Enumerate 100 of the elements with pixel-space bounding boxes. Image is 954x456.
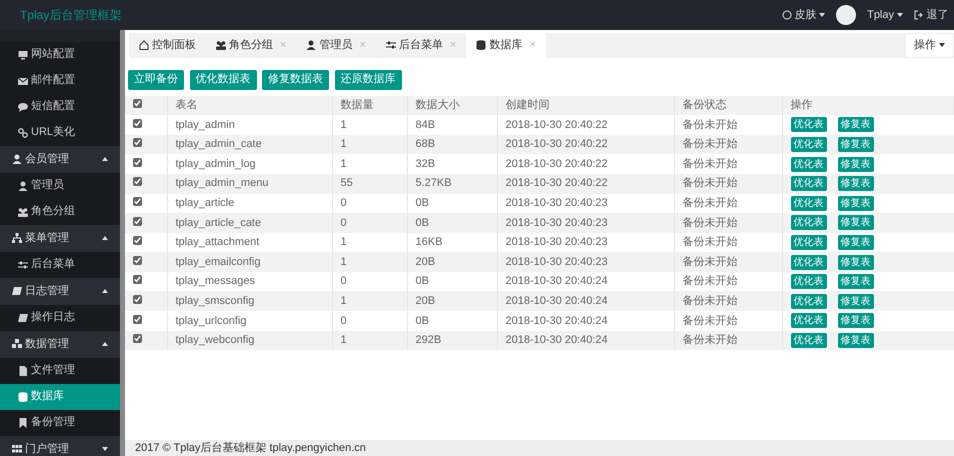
sidebar-group[interactable]: 数据管理 — [0, 330, 120, 358]
table-cell: 292B — [407, 330, 497, 350]
row-action-button[interactable]: 优化表 — [790, 332, 826, 348]
checkbox[interactable] — [133, 256, 142, 265]
sidebar-item[interactable]: URL美化 — [0, 120, 120, 146]
sidebar-item[interactable]: 文件管理 — [0, 358, 120, 384]
checkbox[interactable] — [133, 314, 142, 324]
sidebar-group[interactable]: 日志管理 — [0, 278, 120, 305]
table-cell: 2018-10-30 20:40:24 — [497, 291, 674, 312]
checkbox[interactable] — [133, 275, 142, 284]
row-action-button[interactable]: 优化表 — [790, 137, 826, 152]
table-cell: 备份未开始 — [674, 291, 782, 312]
sidebar-group[interactable]: 会员管理 — [0, 146, 120, 173]
sliders-icon — [386, 40, 396, 50]
sidebar-group-label[interactable]: 菜单管理 — [24, 230, 69, 246]
tab-close-button[interactable]: × — [529, 36, 536, 54]
avatar-circle[interactable] — [836, 4, 856, 25]
table-cell: tplay_smsconfig — [167, 291, 332, 312]
checkbox[interactable] — [133, 295, 142, 304]
grid-icon — [12, 444, 22, 454]
checkbox[interactable] — [133, 334, 142, 344]
sidebar-item[interactable]: 网站配置 — [0, 42, 120, 68]
sidebar-item[interactable]: 管理员 — [0, 172, 120, 199]
sidebar-item[interactable]: 操作日志 — [0, 304, 120, 331]
table-cell: 0 — [332, 213, 407, 233]
toolbar-button[interactable]: 优化数据表 — [190, 70, 256, 90]
toolbar-button[interactable]: 修复数据表 — [262, 70, 329, 90]
sidebar-item[interactable]: 短信配置 — [0, 94, 120, 120]
row-action-button[interactable]: 优化表 — [790, 196, 826, 211]
tab[interactable]: 数据库 × — [466, 32, 546, 58]
checkbox[interactable] — [133, 197, 142, 206]
table-cell: 2018-10-30 20:40:23 — [497, 213, 674, 233]
row-action-button[interactable]: 修复表 — [838, 176, 874, 192]
sidebar-item[interactable]: 角色分组 — [0, 198, 120, 225]
logout-link[interactable]: 退了 — [914, 6, 948, 24]
table-cell: tplay_emailconfig — [167, 252, 332, 272]
toolbar-button[interactable]: 立即备份 — [128, 70, 184, 90]
caret-up-icon — [102, 157, 108, 162]
row-action-button[interactable]: 修复表 — [838, 235, 874, 250]
row-action-button[interactable]: 优化表 — [790, 274, 826, 290]
row-action-button[interactable]: 优化表 — [790, 235, 826, 250]
sidebar-item[interactable]: 邮件配置 — [0, 68, 120, 94]
row-action-button[interactable]: 修复表 — [838, 215, 874, 230]
table-cell: 2018-10-30 20:40:23 — [497, 252, 674, 272]
sidebar-item[interactable]: 备份管理 — [0, 410, 120, 436]
checkbox[interactable] — [133, 236, 142, 246]
toolbar-button[interactable]: 还原数据库 — [334, 70, 402, 90]
user-menu[interactable]: Tplay — [867, 6, 903, 24]
checkbox[interactable] — [133, 216, 142, 226]
checkbox[interactable] — [133, 177, 142, 186]
app-brand[interactable]: Tplay后台管理框架 — [0, 6, 125, 24]
row-action-button[interactable]: 优化表 — [790, 254, 826, 270]
table-cell: tplay_admin_cate — [167, 134, 332, 154]
row-action-button[interactable]: 优化表 — [790, 156, 826, 172]
row-action-button[interactable]: 优化表 — [790, 313, 826, 328]
tab[interactable]: 角色分组 × — [206, 32, 296, 58]
scrollbar[interactable] — [120, 30, 125, 456]
table-cell: 1 — [332, 252, 407, 272]
row-action-button[interactable]: 优化表 — [790, 117, 826, 132]
tab[interactable]: 管理员 × — [296, 32, 376, 58]
actions-dropdown[interactable]: 操作 — [905, 32, 954, 58]
row-action-button[interactable]: 优化表 — [790, 215, 826, 230]
row-action-button[interactable]: 修复表 — [838, 196, 874, 211]
row-action-button[interactable]: 修复表 — [838, 156, 874, 172]
row-action-button[interactable]: 修复表 — [838, 313, 874, 328]
sidebar-group-label[interactable]: 门户管理 — [24, 440, 69, 456]
table-cell: 2018-10-30 20:40:22 — [497, 174, 674, 194]
row-action-button[interactable]: 修复表 — [838, 117, 874, 132]
user-icon — [12, 154, 22, 164]
sitemap-icon — [12, 233, 22, 244]
sidebar-group[interactable]: 菜单管理 — [0, 224, 120, 252]
checkbox[interactable] — [133, 99, 142, 108]
column-header: 数据量 — [332, 96, 407, 116]
sidebar-group[interactable]: 门户管理 — [0, 436, 120, 456]
tab[interactable]: 控制面板 — [129, 32, 206, 58]
sidebar-group-label[interactable]: 会员管理 — [24, 150, 69, 168]
row-action-button[interactable]: 修复表 — [838, 332, 874, 348]
row-action-button[interactable]: 优化表 — [790, 294, 826, 309]
checkbox[interactable] — [133, 138, 142, 148]
sidebar-group-label[interactable]: 日志管理 — [24, 282, 69, 300]
user-icon — [306, 40, 316, 50]
row-action-button[interactable]: 修复表 — [838, 137, 874, 152]
caret-up-icon — [102, 342, 108, 346]
sidebar-group-label[interactable]: 数据管理 — [24, 336, 69, 352]
table-cell: 5.27KB — [407, 174, 497, 194]
row-action-button[interactable]: 修复表 — [838, 254, 874, 270]
tab[interactable]: 后台菜单 × — [376, 32, 466, 58]
caret-up-icon — [102, 289, 108, 294]
sliders-icon — [18, 260, 28, 270]
row-action-button[interactable]: 修复表 — [838, 294, 874, 309]
sidebar-item[interactable]: 后台菜单 — [0, 252, 120, 278]
row-action-button[interactable]: 修复表 — [838, 274, 874, 290]
row-action-button[interactable]: 优化表 — [790, 176, 826, 192]
checkbox[interactable] — [133, 158, 142, 167]
table-cell: 1 — [332, 330, 407, 350]
speech-bubble-icon — [18, 102, 28, 112]
checkbox[interactable] — [133, 118, 142, 128]
skin-menu[interactable]: 皮肤 — [782, 6, 826, 24]
table-cell: 2018-10-30 20:40:22 — [497, 134, 674, 154]
sidebar-item[interactable]: 数据库 — [0, 384, 120, 410]
